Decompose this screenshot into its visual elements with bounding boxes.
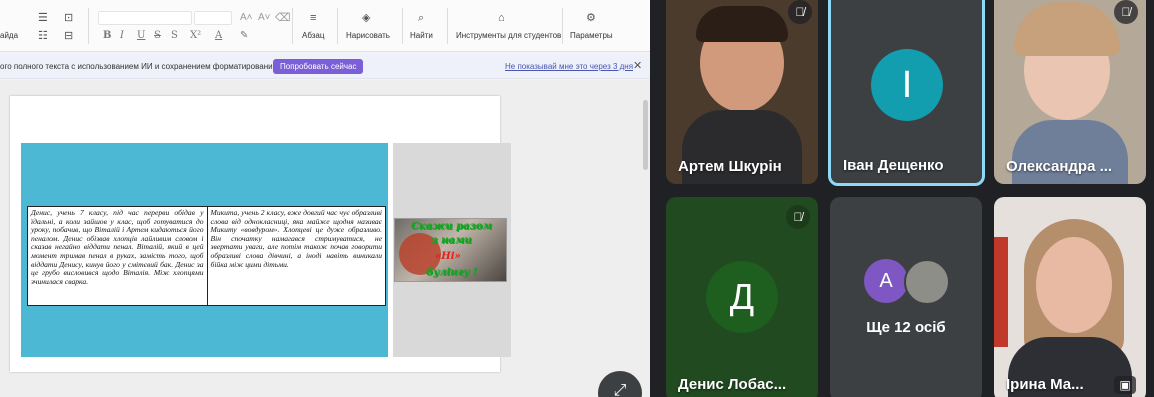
search-icon[interactable]: ⌕ (418, 12, 424, 24)
image-icon[interactable]: ⊡ (64, 12, 73, 24)
ribbon-separator (292, 8, 293, 44)
ai-info-bar: ого полного текста с использованием ИИ и… (0, 54, 650, 79)
ribbon-toolbar: айда ☰ ⊡ ☷ ⊟ A˄ A˅ ⌫ B I U S S X² A ✎ ≡ … (0, 0, 650, 52)
participant-name: Денис Лобас... (678, 376, 787, 393)
params-menu[interactable]: Параметры (570, 31, 613, 40)
paragraph-icon[interactable]: ≡ (310, 12, 316, 24)
participant-avatar: A (864, 259, 908, 303)
participant-tile[interactable]: Ірина Ма... ▣ (994, 197, 1146, 397)
mic-off-icon: 🎙̸ (786, 205, 810, 229)
mic-off-icon: 🎙̸ (788, 0, 812, 24)
strikethrough-button[interactable]: S (154, 30, 161, 41)
slide-image: Денис, учень 7 класу, під час перерви об… (21, 143, 388, 357)
participant-tile[interactable]: Д 🎙̸ Денис Лобас... (666, 197, 818, 397)
ribbon-separator (447, 8, 448, 44)
settings-icon[interactable]: ⚙ (586, 12, 596, 24)
draw-menu[interactable]: Нарисовать (346, 31, 390, 40)
font-color-button[interactable]: A (215, 30, 222, 41)
participant-avatar: І (871, 49, 943, 121)
underline-button[interactable]: U (137, 30, 145, 41)
participant-face (1036, 237, 1112, 333)
participant-name: Іван Дещенко (843, 157, 944, 174)
document-page: Денис, учень 7 класу, під час перерви об… (10, 96, 511, 372)
background-object (994, 237, 1008, 347)
superscript-button[interactable]: X² (190, 30, 201, 41)
paragraph-menu[interactable]: Абзац (302, 31, 324, 40)
grow-font-icon[interactable]: A˄ (240, 12, 253, 24)
info-message: ого полного текста с использованием ИИ и… (0, 62, 280, 71)
poster-line2: з нами (431, 235, 472, 246)
ribbon-separator (562, 8, 563, 44)
document-canvas: Денис, учень 7 класу, під час перерви об… (0, 80, 650, 397)
dismiss-link[interactable]: Не показывай мне это через 3 дня (505, 62, 633, 71)
participant-tile[interactable]: І Іван Дещенко (828, 0, 985, 186)
ribbon-separator (337, 8, 338, 44)
participant-video-hair (696, 6, 788, 42)
more-participants-label: Ще 12 осіб (866, 319, 946, 336)
slide-side-panel: Скажи разом з нами «Ні» булінгу ! (393, 143, 511, 357)
bold-button[interactable]: B (103, 30, 111, 41)
font-size-select[interactable] (194, 11, 232, 25)
bullet-list-icon[interactable]: ☰ (38, 12, 48, 24)
scenario-left-cell: Денис, учень 7 класу, під час перерви об… (31, 208, 204, 286)
screen: айда ☰ ⊡ ☷ ⊟ A˄ A˅ ⌫ B I U S S X² A ✎ ≡ … (0, 0, 1154, 397)
ribbon-left-label[interactable]: айда (0, 31, 18, 40)
find-menu[interactable]: Найти (410, 31, 433, 40)
picture-in-picture-icon[interactable]: ▣ (1114, 376, 1136, 394)
graduation-cap-icon[interactable]: ⌂ (498, 12, 505, 24)
close-icon[interactable]: ✕ (633, 59, 642, 72)
student-tools-button[interactable]: Инструменты для студентов (456, 31, 561, 40)
shrink-font-icon[interactable]: A˅ (258, 12, 271, 24)
participant-tile[interactable]: 🎙̸ Артем Шкурін (666, 0, 818, 184)
scenario-right-cell: Микита, учень 2 класу, вже довгий час чу… (206, 207, 386, 305)
poster-line4: булінгу ! (425, 267, 478, 278)
font-name-select[interactable] (98, 11, 192, 25)
scenario-table: Денис, учень 7 класу, під час перерви об… (27, 206, 386, 306)
highlight-button[interactable]: ✎ (240, 30, 248, 41)
mic-off-icon: 🎙̸ (1114, 0, 1138, 24)
italic-button[interactable]: I (120, 30, 124, 41)
strike-icon[interactable]: S (171, 30, 178, 41)
draw-icon[interactable]: ◈ (362, 12, 370, 24)
participant-video-hair (1014, 2, 1120, 56)
indent-icon[interactable]: ⊟ (64, 30, 73, 42)
anti-bullying-poster: Скажи разом з нами «Ні» булінгу ! (394, 218, 507, 282)
ribbon-separator (88, 8, 89, 44)
participant-photo-avatar (904, 259, 950, 305)
participant-tile[interactable]: 🎙̸ Олександра ... (994, 0, 1146, 184)
participant-avatar: Д (706, 261, 778, 333)
numbered-list-icon[interactable]: ☷ (38, 30, 48, 42)
poster-line1: Скажи разом (410, 221, 493, 232)
clear-format-icon[interactable]: ⌫ (275, 12, 291, 24)
participant-name: Ірина Ма... (1006, 376, 1084, 393)
poster-line3: «Ні» (435, 251, 461, 262)
vertical-scrollbar[interactable] (643, 100, 648, 170)
ribbon-separator (402, 8, 403, 44)
participant-name: Олександра ... (1006, 158, 1113, 175)
participant-name: Артем Шкурін (678, 158, 782, 175)
document-editor: айда ☰ ⊡ ☷ ⊟ A˄ A˅ ⌫ B I U S S X² A ✎ ≡ … (0, 0, 650, 397)
try-now-button[interactable]: Попробовать сейчас (273, 59, 364, 74)
meeting-grid: 🎙̸ Артем Шкурін І Іван Дещенко 🎙̸ Олекса… (650, 0, 1154, 397)
more-participants-tile[interactable]: A Ще 12 осіб (830, 197, 982, 397)
